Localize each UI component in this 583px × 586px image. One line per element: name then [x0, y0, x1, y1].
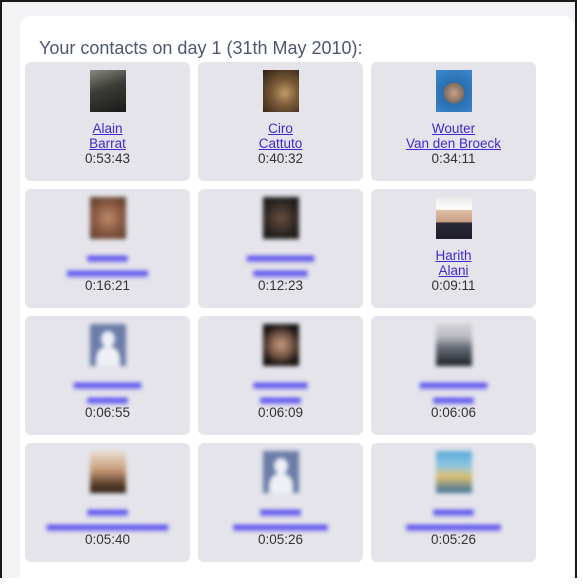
contact-card[interactable]: ▬▬▬ ▬▬▬▬▬▬ 0:16:21 — [25, 189, 190, 308]
contact-first-name: Harith — [435, 248, 472, 263]
contact-last-name: Alani — [438, 263, 469, 278]
contact-name-link[interactable]: Ciro Cattuto — [259, 121, 303, 151]
contact-card[interactable]: ▬▬▬▬ ▬▬▬ 0:06:09 — [198, 316, 363, 435]
contact-last-name: ▬▬▬ — [87, 390, 128, 405]
contacts-grid: Alain Barrat 0:53:43 Ciro Cattuto 0:40:3… — [25, 62, 536, 562]
contact-first-name: ▬▬▬▬▬ — [246, 248, 315, 263]
contact-last-name: ▬▬▬▬▬▬▬ — [406, 517, 501, 532]
contact-duration: 0:16:21 — [84, 278, 131, 293]
contact-duration: 0:05:40 — [84, 532, 131, 547]
window-frame: Your contacts on day 1 (31th May 2010): … — [0, 0, 577, 586]
blurred-profile-photo-icon[interactable] — [435, 451, 472, 493]
contact-first-name: ▬▬▬ — [433, 502, 474, 517]
contact-duration: 0:53:43 — [84, 151, 131, 166]
contact-duration: 0:06:06 — [430, 405, 477, 420]
profile-photo-icon[interactable] — [89, 70, 126, 112]
contact-name-link[interactable]: ▬▬▬ ▬▬▬▬▬▬▬ — [406, 502, 501, 532]
contact-first-name: Ciro — [268, 121, 293, 136]
contact-name-link[interactable]: ▬▬▬▬▬ ▬▬▬▬ — [247, 248, 315, 278]
contact-name-link[interactable]: ▬▬▬▬ ▬▬▬ — [254, 375, 308, 405]
contact-name-link[interactable]: Harith Alani — [435, 248, 471, 278]
contact-first-name: ▬▬▬▬ — [253, 375, 308, 390]
contact-first-name: ▬▬▬▬▬ — [419, 375, 488, 390]
contact-last-name: Barrat — [89, 136, 126, 151]
blurred-profile-photo-icon[interactable] — [262, 324, 299, 366]
contact-first-name: ▬▬▬ — [87, 502, 128, 517]
contact-first-name: ▬▬▬ — [87, 248, 128, 263]
profile-photo-icon[interactable] — [435, 197, 472, 239]
contact-card[interactable]: Ciro Cattuto 0:40:32 — [198, 62, 363, 181]
contact-name-link[interactable]: ▬▬▬ ▬▬▬▬▬▬ — [67, 248, 148, 278]
contact-card[interactable]: ▬▬▬ ▬▬▬▬▬▬▬▬▬ 0:05:40 — [25, 443, 190, 562]
profile-photo-icon[interactable] — [262, 70, 299, 112]
contact-name-link[interactable]: ▬▬▬ ▬▬▬▬▬▬▬▬▬ — [47, 502, 169, 532]
default-silhouette-icon[interactable] — [89, 324, 126, 366]
contact-last-name: ▬▬▬▬ — [253, 263, 308, 278]
default-silhouette-icon[interactable] — [262, 451, 299, 493]
contact-duration: 0:34:11 — [431, 151, 476, 166]
contact-last-name: ▬▬▬▬▬▬ — [67, 263, 148, 278]
contact-duration: 0:06:09 — [257, 405, 304, 420]
contact-name-link[interactable]: Alain Barrat — [89, 121, 126, 151]
contact-name-link[interactable]: ▬▬▬ ▬▬▬▬▬▬▬ — [233, 502, 328, 532]
contact-last-name: ▬▬▬ — [433, 390, 474, 405]
contact-duration: 0:05:26 — [430, 532, 477, 547]
contact-card[interactable]: ▬▬▬ ▬▬▬▬▬▬▬ 0:05:26 — [371, 443, 536, 562]
contact-last-name: ▬▬▬▬▬▬▬▬▬ — [46, 517, 169, 532]
contact-duration: 0:06:55 — [84, 405, 131, 420]
contact-last-name: Van den Broeck — [405, 136, 502, 151]
contact-card[interactable]: Alain Barrat 0:53:43 — [25, 62, 190, 181]
contact-duration: 0:12:23 — [257, 278, 304, 293]
contact-first-name: Alain — [92, 121, 123, 136]
contact-card[interactable]: Wouter Van den Broeck 0:34:11 — [371, 62, 536, 181]
contact-duration: 0:40:32 — [257, 151, 304, 166]
contact-card[interactable]: Harith Alani 0:09:11 — [371, 189, 536, 308]
contact-name-link[interactable]: Wouter Van den Broeck — [406, 121, 501, 151]
contact-last-name: ▬▬▬▬▬▬▬ — [233, 517, 328, 532]
blurred-profile-photo-icon[interactable] — [262, 197, 299, 239]
contact-last-name: ▬▬▬ — [260, 390, 301, 405]
contact-card[interactable]: ▬▬▬▬▬ ▬▬▬▬ 0:12:23 — [198, 189, 363, 308]
blurred-profile-photo-icon[interactable] — [435, 324, 472, 366]
contact-card[interactable]: ▬▬▬▬▬ ▬▬▬ 0:06:55 — [25, 316, 190, 435]
blurred-profile-photo-icon[interactable] — [89, 451, 126, 493]
contact-duration: 0:09:11 — [431, 278, 476, 293]
contact-duration: 0:05:26 — [257, 532, 304, 547]
contact-name-link[interactable]: ▬▬▬▬▬ ▬▬▬ — [420, 375, 488, 405]
contacts-heading: Your contacts on day 1 (31th May 2010): — [39, 38, 363, 58]
contact-first-name: Wouter — [431, 121, 476, 136]
contact-card[interactable]: ▬▬▬ ▬▬▬▬▬▬▬ 0:05:26 — [198, 443, 363, 562]
contact-last-name: Cattuto — [258, 136, 303, 151]
profile-photo-icon[interactable] — [435, 70, 472, 112]
contact-name-link[interactable]: ▬▬▬▬▬ ▬▬▬ — [74, 375, 142, 405]
contact-card[interactable]: ▬▬▬▬▬ ▬▬▬ 0:06:06 — [371, 316, 536, 435]
blurred-profile-photo-icon[interactable] — [89, 197, 126, 239]
contact-first-name: ▬▬▬ — [260, 502, 301, 517]
contact-first-name: ▬▬▬▬▬ — [73, 375, 142, 390]
